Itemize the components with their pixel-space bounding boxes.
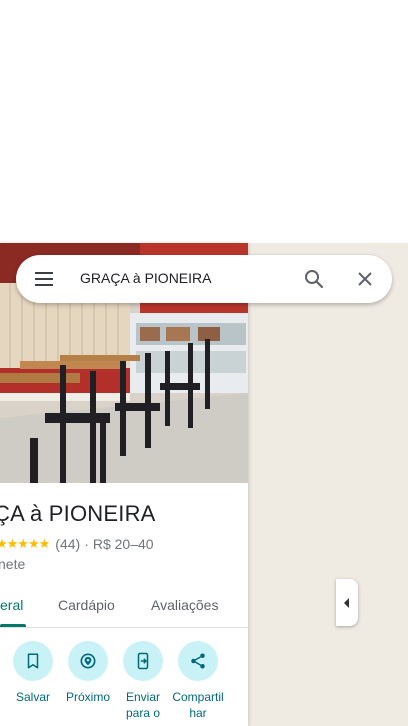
nearby-icon: [80, 653, 96, 669]
collapse-panel-button[interactable]: [336, 579, 358, 626]
menu-icon[interactable]: [32, 267, 56, 291]
send-to-phone-label: Enviar para o: [125, 690, 161, 720]
tab-menu[interactable]: Cardápio: [58, 597, 115, 613]
star-rating-icon: ★★★★★: [0, 536, 50, 551]
price-range: R$ 20–40: [92, 536, 154, 552]
close-icon[interactable]: [353, 267, 377, 291]
save-label: Salvar: [15, 690, 50, 704]
send-to-phone-icon: [137, 652, 149, 670]
action-buttons: Salvar Próximo Enviar para o Compartilha…: [0, 641, 248, 726]
bookmark-icon: [27, 653, 39, 669]
place-category[interactable]: nete: [0, 556, 25, 572]
nearby-label: Próximo: [65, 690, 110, 704]
share-label: Compartilhar: [172, 690, 224, 720]
search-input[interactable]: GRAÇA à PIONEIRA: [80, 270, 211, 286]
separator: ·: [84, 536, 89, 552]
share-icon: [191, 653, 205, 669]
map-canvas[interactable]: [248, 243, 408, 726]
share-button[interactable]: Compartilhar: [170, 641, 226, 721]
search-bar: GRAÇA à PIONEIRA: [16, 255, 392, 303]
place-title: ÇA à PIONEIRA: [0, 501, 156, 526]
nearby-button[interactable]: Próximo: [60, 641, 116, 705]
review-count[interactable]: (44): [55, 536, 80, 552]
rating-row: ★★★★★ (44) · R$ 20–40: [0, 536, 154, 552]
place-panel: ÇA à PIONEIRA ★★★★★ (44) · R$ 20–40 nete…: [0, 243, 248, 726]
send-to-phone-button[interactable]: Enviar para o: [115, 641, 171, 721]
active-tab-indicator: [0, 624, 26, 627]
chevron-left-icon: [344, 597, 349, 608]
tab-overview[interactable]: eral: [0, 597, 23, 613]
tab-reviews[interactable]: Avaliações: [151, 597, 218, 613]
place-tabs: eral Cardápio Avaliações: [0, 589, 248, 628]
save-button[interactable]: Salvar: [5, 641, 61, 705]
search-icon[interactable]: [302, 267, 326, 291]
